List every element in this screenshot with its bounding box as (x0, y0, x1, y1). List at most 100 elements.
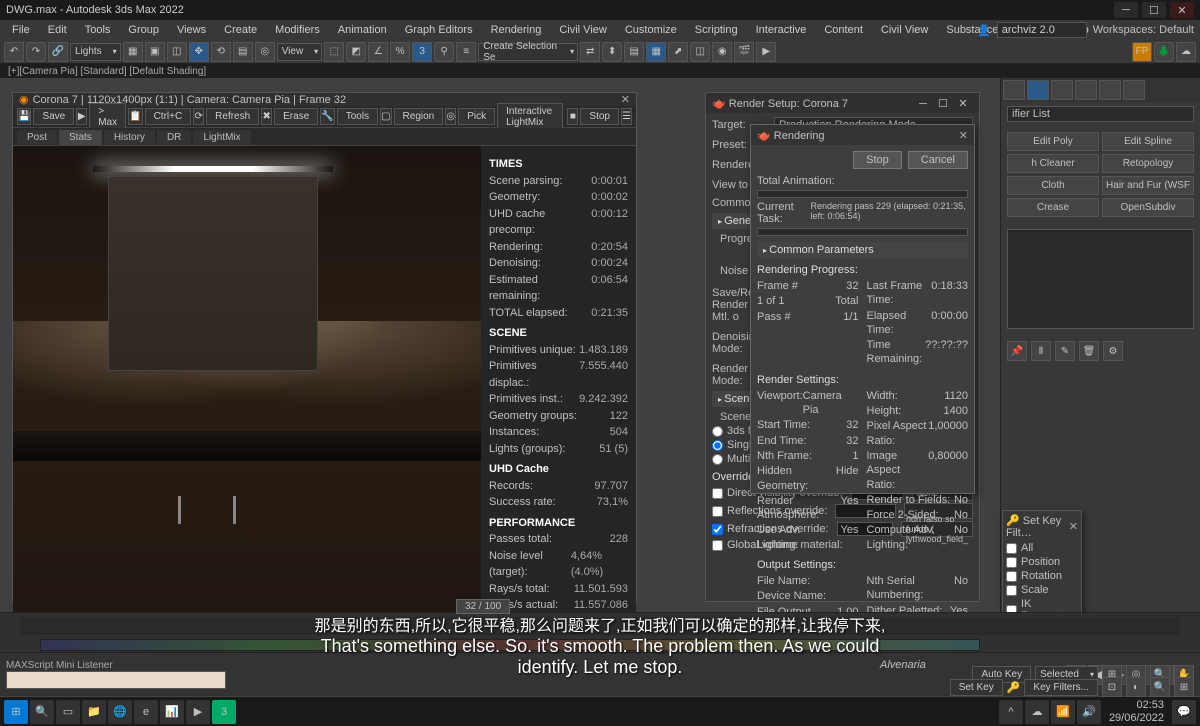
modifier-button[interactable]: h Cleaner (1007, 154, 1099, 173)
render-frame-icon[interactable]: ▶ (756, 42, 776, 62)
start-button[interactable]: ⊞ (4, 700, 28, 724)
menu-scripting[interactable]: Scripting (687, 22, 746, 38)
move-icon[interactable]: ✥ (189, 42, 209, 62)
skf-check[interactable] (1006, 571, 1017, 582)
menu-civilview2[interactable]: Civil View (873, 22, 936, 38)
vfb-ctrlc-button[interactable]: Ctrl+C (145, 108, 192, 125)
modifier-button[interactable]: OpenSubdiv (1102, 198, 1194, 217)
lights-dropdown[interactable]: Lights (70, 43, 121, 61)
snap2-icon[interactable]: ◩ (346, 42, 366, 62)
common-params-hdr[interactable]: Common Parameters (757, 242, 968, 258)
menu-edit[interactable]: Edit (40, 22, 75, 38)
rs-max-icon[interactable]: ☐ (933, 97, 953, 110)
remove-icon[interactable]: 🗑 (1079, 341, 1099, 361)
vfb-close-icon[interactable]: ✕ (621, 93, 630, 106)
redo-icon[interactable]: ↷ (26, 42, 46, 62)
config-icon[interactable]: ⚙ (1103, 341, 1123, 361)
chrome-icon[interactable]: 🌐 (108, 700, 132, 724)
material-editor-icon[interactable]: ◉ (712, 42, 732, 62)
modifier-button[interactable]: Edit Spline (1102, 132, 1194, 151)
vfb-refresh-icon[interactable]: ⟳ (193, 108, 204, 125)
utilities-tab[interactable] (1123, 80, 1145, 100)
mirror-icon[interactable]: ⇄ (580, 42, 600, 62)
skf-check[interactable] (1006, 605, 1017, 613)
select-region-icon[interactable]: ◫ (167, 42, 187, 62)
3dsm-radio[interactable] (712, 426, 723, 437)
clock[interactable]: 02:5329/06/2022 (1103, 699, 1170, 723)
vfb-pick-button[interactable]: Pick (458, 108, 495, 125)
hierarchy-tab[interactable] (1051, 80, 1073, 100)
vfb-erase-icon[interactable]: ✖ (261, 108, 272, 125)
gvm-check[interactable] (712, 540, 723, 551)
override-check[interactable] (712, 524, 723, 535)
cloud-icon[interactable]: ☁ (1176, 42, 1196, 62)
layer-exp-icon[interactable]: ▦ (646, 42, 666, 62)
vfb-stop-icon[interactable]: ■ (567, 108, 578, 125)
curve-editor-icon[interactable]: ⬈ (668, 42, 688, 62)
render-setup-icon[interactable]: 🎬 (734, 42, 754, 62)
scale-icon[interactable]: ▤ (233, 42, 253, 62)
vfb-stop-button[interactable]: Stop (580, 108, 619, 125)
minimize-button[interactable]: ─ (1114, 2, 1138, 18)
fp-icon[interactable]: FP (1132, 42, 1152, 62)
skf-check[interactable] (1006, 543, 1017, 554)
menu-rendering[interactable]: Rendering (483, 22, 550, 38)
vfb-region-icon[interactable]: ▢ (380, 108, 391, 125)
app2-icon[interactable]: ▶ (186, 700, 210, 724)
workspaces-label[interactable]: Workspaces: Default (1093, 24, 1194, 36)
render-setup-titlebar[interactable]: 🫖 Render Setup: Corona 7 ─☐✕ (706, 93, 979, 113)
menu-tools[interactable]: Tools (77, 22, 119, 38)
viewport-header[interactable]: [+][Camera Pia] [Standard] [Default Shad… (0, 64, 1200, 78)
vfb-tools-icon[interactable]: 🔧 (320, 108, 334, 125)
render-viewport[interactable] (13, 146, 481, 612)
magnet-icon[interactable]: ⚲ (434, 42, 454, 62)
rotate-icon[interactable]: ⟲ (211, 42, 231, 62)
modify-tab[interactable] (1027, 80, 1049, 100)
vfb-erase-button[interactable]: Erase (274, 108, 318, 125)
menu-group[interactable]: Group (120, 22, 167, 38)
rp-titlebar[interactable]: 🫖 Rendering ✕ (751, 125, 974, 145)
listener-input[interactable] (6, 671, 226, 689)
schematic-icon[interactable]: ◫ (690, 42, 710, 62)
key-icon[interactable]: 🔑 (1007, 681, 1021, 694)
keyfilters-button[interactable]: Key Filters... (1024, 679, 1098, 696)
create-tab[interactable] (1003, 80, 1025, 100)
snap-icon[interactable]: ⬚ (324, 42, 344, 62)
show-end-icon[interactable]: Ⅱ (1031, 341, 1051, 361)
vfb-save-icon[interactable]: 💾 (17, 108, 31, 125)
override-check[interactable] (712, 506, 723, 517)
tree-icon[interactable]: 🌲 (1154, 42, 1174, 62)
menu-civilview[interactable]: Civil View (551, 22, 614, 38)
menu-views[interactable]: Views (169, 22, 214, 38)
align-icon[interactable]: ≡ (456, 42, 476, 62)
rs-close-icon[interactable]: ✕ (953, 97, 973, 110)
skf-close-icon[interactable]: ✕ (1069, 520, 1078, 533)
maximize-button[interactable]: ☐ (1142, 2, 1166, 18)
rp-cancel-button[interactable]: Cancel (908, 151, 968, 169)
menu-content[interactable]: Content (816, 22, 871, 38)
tray-wifi-icon[interactable]: 📶 (1051, 700, 1075, 724)
modifier-list-dropdown[interactable]: ifier List (1007, 106, 1194, 122)
link-icon[interactable]: 🔗 (48, 42, 68, 62)
vfb-tab-post[interactable]: Post (17, 130, 57, 145)
skf-check[interactable] (1006, 585, 1017, 596)
3dsmax-icon[interactable]: 3 (212, 700, 236, 724)
view-dropdown[interactable]: View (277, 43, 323, 61)
menu-interactive[interactable]: Interactive (748, 22, 815, 38)
vfb-tab-lightmix[interactable]: LightMix (193, 130, 250, 145)
vfb-menu-icon[interactable]: ☰ (621, 108, 632, 125)
notifications-icon[interactable]: 💬 (1172, 700, 1196, 724)
undo-icon[interactable]: ↶ (4, 42, 24, 62)
search-taskbar-icon[interactable]: 🔍 (30, 700, 54, 724)
skf-check[interactable] (1006, 557, 1017, 568)
modifier-stack[interactable] (1007, 229, 1194, 329)
modifier-button[interactable]: Crease (1007, 198, 1099, 217)
taskview-icon[interactable]: ▭ (56, 700, 80, 724)
vfb-ilm-button[interactable]: Interactive LightMix (497, 103, 563, 131)
nav-5-icon[interactable]: ⊡ (1102, 677, 1122, 697)
menu-modifiers[interactable]: Modifiers (267, 22, 328, 38)
modifier-button[interactable]: Retopology (1102, 154, 1194, 173)
single-radio[interactable] (712, 440, 723, 451)
percent-snap-icon[interactable]: % (390, 42, 410, 62)
vfb-tab-stats[interactable]: Stats (59, 130, 102, 145)
